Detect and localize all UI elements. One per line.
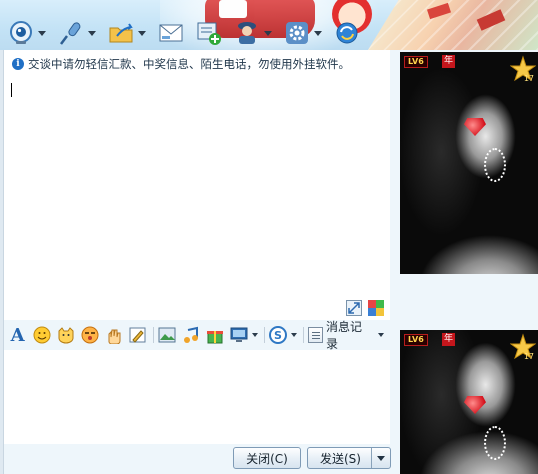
format-separator: [152, 327, 154, 343]
handwriting-button[interactable]: [128, 325, 147, 345]
envelope-icon: [159, 24, 183, 42]
face-sticker-icon: [81, 326, 99, 344]
remote-assist-button[interactable]: [234, 19, 272, 47]
microphone-icon: [60, 22, 81, 45]
history-dropdown-caret[interactable]: [378, 333, 384, 337]
refresh-globe-icon: [336, 22, 358, 44]
header-skin-map: [368, 0, 538, 50]
gear-app-icon: [286, 22, 308, 44]
app-center-button[interactable]: [284, 19, 322, 47]
gift-button[interactable]: [206, 325, 225, 345]
year-badge: 年: [442, 333, 455, 346]
music-button[interactable]: [182, 325, 201, 345]
history-icon: [307, 327, 324, 343]
folder-arrow-icon: [109, 23, 133, 43]
star-count: 17: [523, 352, 534, 361]
pencil-board-icon: [129, 327, 146, 343]
send-mail-button[interactable]: [158, 19, 184, 47]
contact-avatar-show[interactable]: LV6 年 17: [400, 52, 538, 274]
message-input[interactable]: [4, 350, 390, 444]
voice-call-dropdown-caret[interactable]: [88, 30, 96, 36]
video-call-dropdown-caret[interactable]: [38, 30, 46, 36]
s-coin-icon: S: [269, 326, 288, 344]
cat-face-icon: [58, 327, 74, 344]
info-icon: i: [12, 58, 24, 70]
emoticon-button[interactable]: [32, 325, 51, 345]
voice-call-button[interactable]: [58, 19, 96, 47]
chat-pane-tools: [346, 300, 384, 316]
screen-capture-icon: [230, 327, 248, 342]
scene-emoticon-button[interactable]: [80, 325, 99, 345]
video-call-button[interactable]: [8, 19, 46, 47]
send-button[interactable]: 发送(S): [307, 447, 391, 469]
close-button-label: 关闭(C): [246, 451, 288, 466]
send-image-button[interactable]: [158, 325, 177, 345]
level-badge: LV6: [404, 334, 428, 346]
payment-dropdown-caret[interactable]: [290, 333, 297, 337]
year-badge: 年: [442, 55, 455, 68]
svg-text:S: S: [274, 329, 282, 342]
picture-icon: [158, 327, 176, 343]
refresh-button[interactable]: [334, 19, 360, 47]
window-shake-button[interactable]: [104, 325, 123, 345]
sparkle-decoration: [484, 426, 506, 460]
contact-photo: [400, 52, 538, 274]
send-file-button[interactable]: [108, 19, 146, 47]
text-cursor: [11, 83, 12, 97]
remote-assist-dropdown-caret[interactable]: [264, 30, 272, 36]
format-separator: [302, 327, 304, 343]
music-note-icon: [184, 326, 199, 343]
create-group-button[interactable]: [196, 19, 222, 47]
own-avatar-show[interactable]: LV6 年 17: [400, 330, 538, 474]
app-center-dropdown-caret[interactable]: [314, 30, 322, 36]
screenshot-button[interactable]: [230, 325, 249, 345]
format-separator: [263, 327, 265, 343]
send-button-label: 发送(S): [320, 451, 361, 466]
chat-toolbar: [8, 18, 372, 48]
message-history-button[interactable]: 消息记录: [307, 318, 390, 352]
level-badge: LV6: [404, 56, 428, 68]
magic-emoticon-button[interactable]: [56, 325, 75, 345]
font-button[interactable]: A: [8, 325, 27, 346]
security-notice-text: 交谈中请勿轻信汇款、中奖信息、陌生电话，勿使用外挂软件。: [28, 57, 350, 71]
sparkle-decoration: [484, 148, 506, 182]
chat-history-pane[interactable]: i 交谈中请勿轻信汇款、中奖信息、陌生电话，勿使用外挂软件。: [4, 50, 390, 320]
security-notice: i 交谈中请勿轻信汇款、中奖信息、陌生电话，勿使用外挂软件。: [12, 56, 350, 72]
send-file-dropdown-caret[interactable]: [138, 30, 146, 36]
hand-wave-icon: [108, 329, 121, 344]
payment-button[interactable]: S: [269, 325, 288, 345]
message-format-toolbar: A S 消息记录: [4, 320, 390, 351]
add-chat-icon: [197, 22, 221, 45]
send-options-dropdown[interactable]: [371, 448, 390, 468]
expand-icon[interactable]: [346, 300, 362, 316]
webcam-icon: [10, 21, 32, 44]
person-badge-icon: [238, 22, 256, 44]
gift-box-icon: [207, 331, 224, 344]
screenshot-dropdown-caret[interactable]: [251, 333, 258, 337]
color-palette-icon[interactable]: [368, 300, 384, 316]
smiley-icon: [33, 326, 51, 344]
chat-window-header: [0, 0, 538, 50]
close-button[interactable]: 关闭(C): [233, 447, 301, 469]
star-count: 17: [523, 74, 534, 83]
message-history-label: 消息记录: [326, 320, 363, 351]
